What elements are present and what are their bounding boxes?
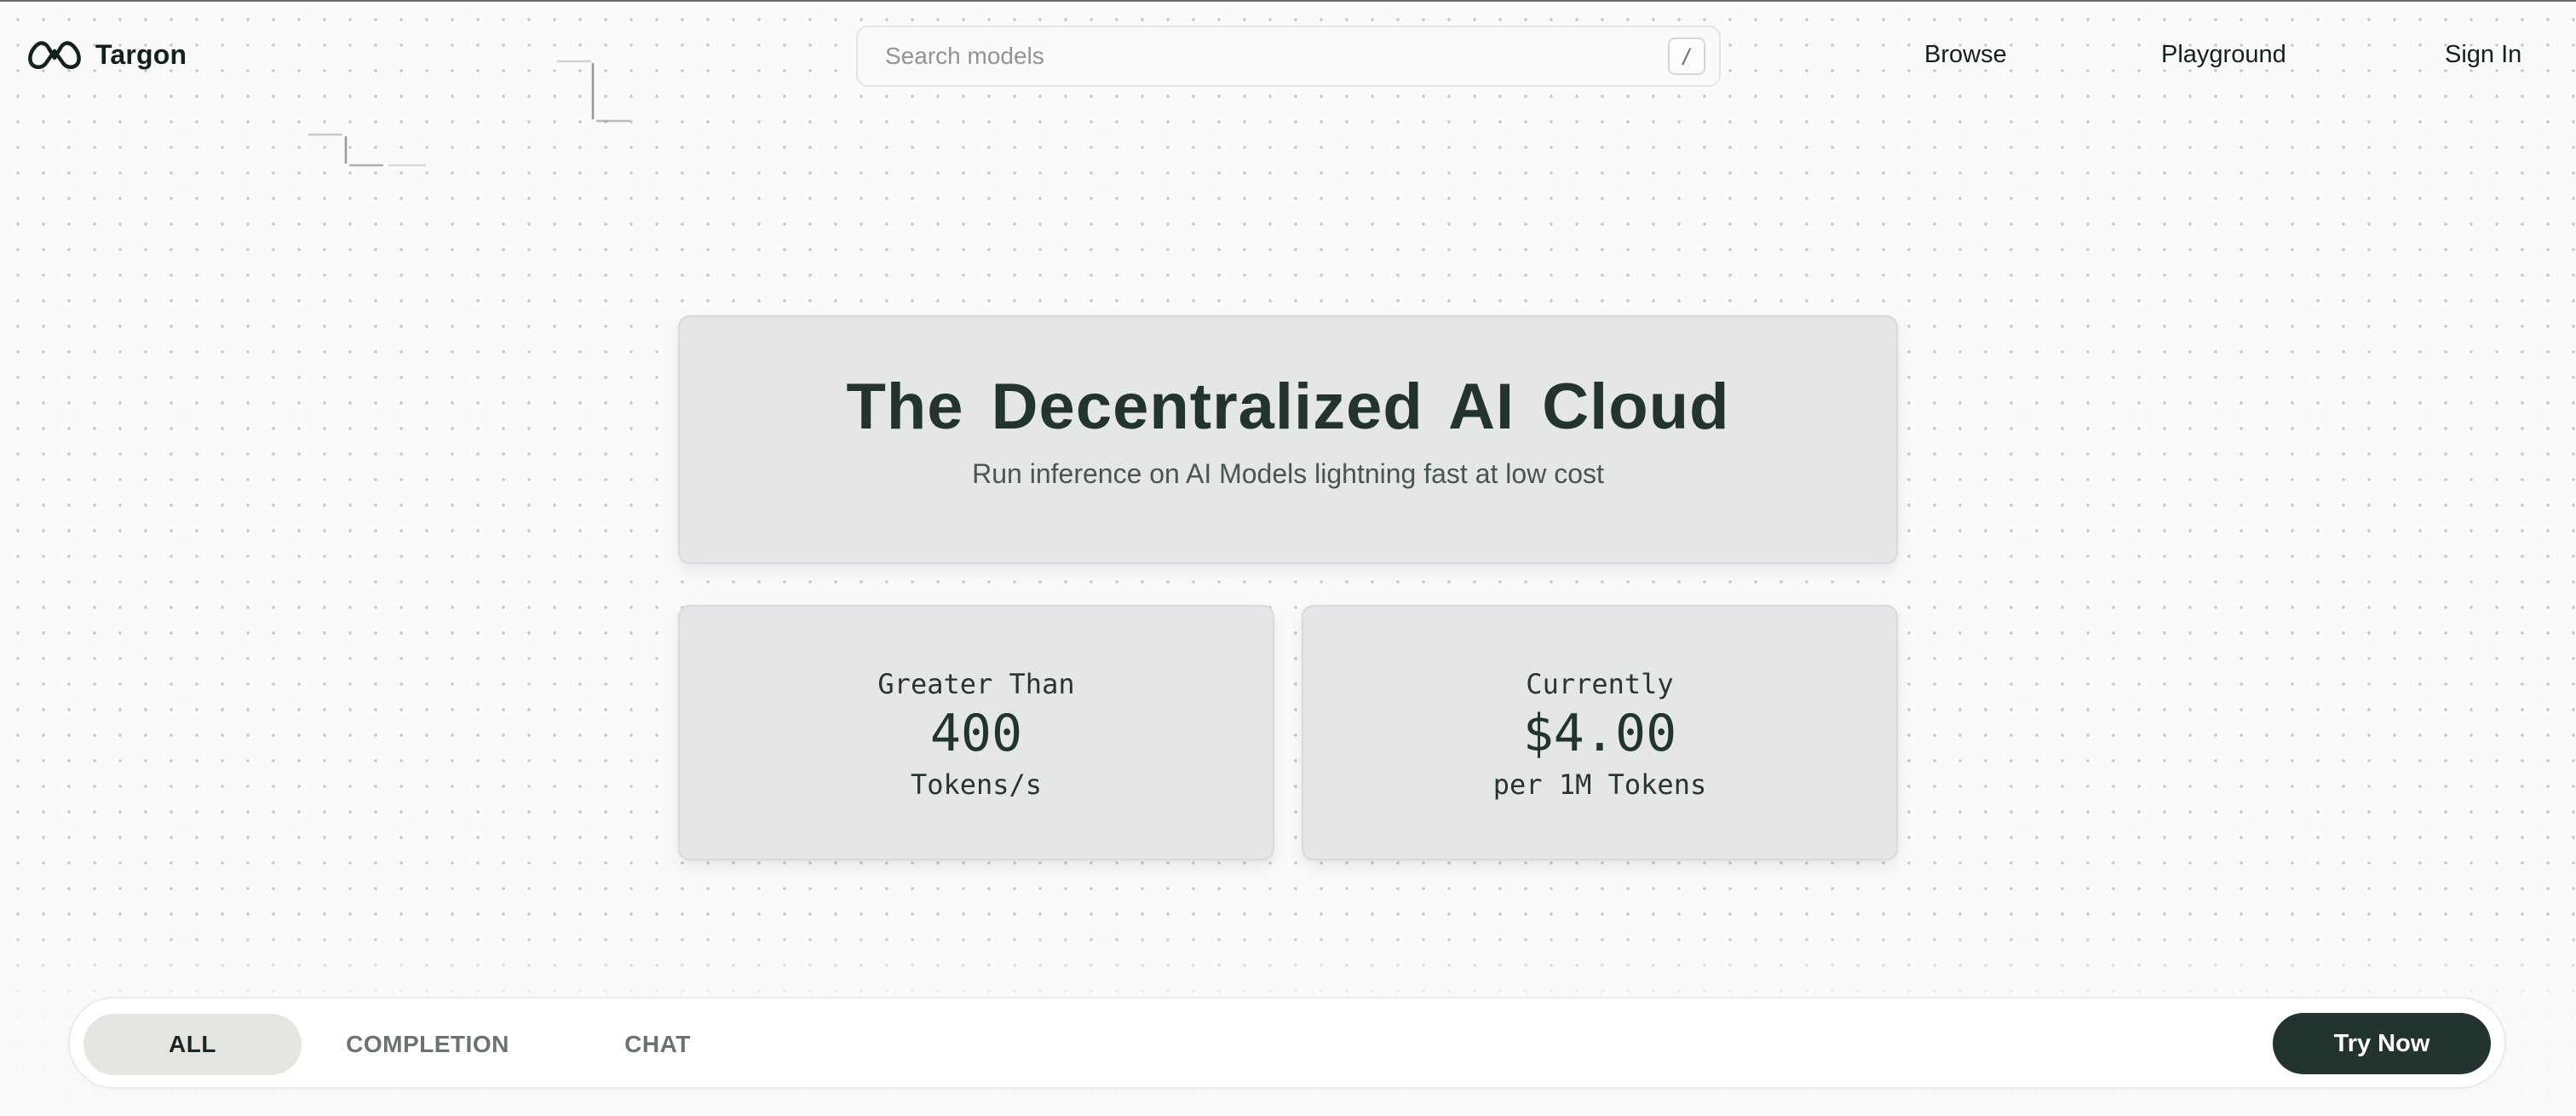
nav-sign-in[interactable]: Sign In [2445, 41, 2521, 69]
brand-name: Targon [95, 38, 187, 70]
stat-value: 400 [929, 704, 1023, 763]
stat-label-pre: Greater Than [877, 668, 1075, 700]
nav-playground[interactable]: Playground [2161, 41, 2286, 69]
hero-card: The Decentralized AI Cloud Run inference… [678, 315, 1898, 564]
filter-tab-all[interactable]: ALL [83, 1014, 302, 1075]
stat-label-post: Tokens/s [910, 768, 1043, 801]
stat-label-post: per 1M Tokens [1492, 768, 1707, 801]
nav-browse[interactable]: Browse [1924, 41, 2007, 69]
hero-subtitle: Run inference on AI Models lightning fas… [972, 458, 1604, 489]
stat-label-pre: Currently [1526, 668, 1674, 700]
search-box[interactable]: / [856, 26, 1721, 87]
try-now-button[interactable]: Try Now [2273, 1013, 2491, 1074]
page: Targon / Browse Playground Sign In The D… [0, 0, 2576, 1116]
search-input[interactable] [885, 43, 1668, 70]
stat-value: $4.00 [1522, 704, 1677, 763]
brand-logo-link[interactable]: Targon [27, 37, 187, 72]
filter-tab-chat[interactable]: CHAT [581, 1014, 734, 1075]
stat-card-price: Currently $4.00 per 1M Tokens [1302, 605, 1898, 860]
targon-logo-icon [28, 41, 81, 69]
filter-tab-completion[interactable]: COMPLETION [317, 1014, 538, 1075]
decorative-trail [308, 60, 630, 167]
stat-card-throughput: Greater Than 400 Tokens/s [678, 605, 1274, 860]
hero-title: The Decentralized AI Cloud [846, 371, 1730, 443]
search-shortcut-key: / [1668, 37, 1705, 75]
model-filter-bar: ALL COMPLETION CHAT Try Now [68, 997, 2506, 1089]
